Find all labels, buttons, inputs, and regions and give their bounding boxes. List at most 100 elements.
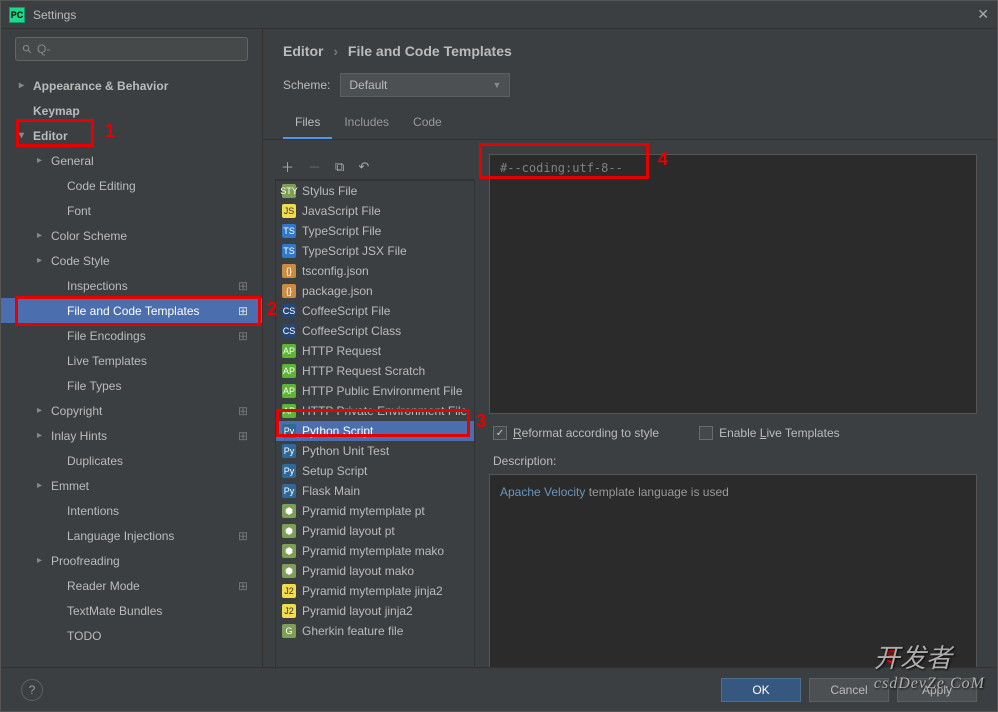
file-icon: AP <box>282 384 296 398</box>
template-row[interactable]: ⬢Pyramid mytemplate pt <box>276 501 474 521</box>
tree-item[interactable]: Intentions <box>1 498 262 523</box>
tab-includes[interactable]: Includes <box>332 107 401 139</box>
template-row[interactable]: CSCoffeeScript Class <box>276 321 474 341</box>
file-icon: STY <box>282 184 296 198</box>
template-list[interactable]: STYStylus FileJSJavaScript FileTSTypeScr… <box>275 180 475 669</box>
apply-button[interactable]: Apply <box>897 678 977 702</box>
window-title: Settings <box>33 8 76 22</box>
expand-icon: ▾ <box>19 130 33 141</box>
close-icon[interactable]: ✕ <box>977 6 989 23</box>
project-badge-icon: ⊞ <box>238 279 248 293</box>
ok-button[interactable]: OK <box>721 678 801 702</box>
live-templates-checkbox[interactable]: Enable Live Templates <box>699 426 840 440</box>
template-row[interactable]: PyPython Unit Test <box>276 441 474 461</box>
file-icon: CS <box>282 324 296 338</box>
tree-item[interactable]: Live Templates <box>1 348 262 373</box>
velocity-link[interactable]: Apache Velocity <box>500 485 585 499</box>
tree-item[interactable]: ▸Inlay Hints⊞ <box>1 423 262 448</box>
app-icon: PC <box>9 7 25 23</box>
tree-item[interactable]: File Types <box>1 373 262 398</box>
file-icon: J2 <box>282 604 296 618</box>
tree-item[interactable]: Duplicates <box>1 448 262 473</box>
template-row[interactable]: ⬢Pyramid layout mako <box>276 561 474 581</box>
template-row[interactable]: TSTypeScript JSX File <box>276 241 474 261</box>
tree-item[interactable]: ▸General <box>1 148 262 173</box>
template-row[interactable]: PySetup Script <box>276 461 474 481</box>
tab-files[interactable]: Files <box>283 107 332 139</box>
breadcrumb-parent[interactable]: Editor <box>283 43 323 59</box>
template-name: HTTP Request Scratch <box>302 364 425 378</box>
template-row[interactable]: APHTTP Public Environment File <box>276 381 474 401</box>
add-icon[interactable]: ＋ <box>281 157 294 176</box>
tree-item[interactable]: Keymap <box>1 98 262 123</box>
template-row[interactable]: ⬢Pyramid layout pt <box>276 521 474 541</box>
tree-item[interactable]: Reader Mode⊞ <box>1 573 262 598</box>
tree-label: Inspections <box>67 279 128 293</box>
template-list-panel: ＋ － ⧉ ↶ STYStylus FileJSJavaScript FileT… <box>275 154 475 669</box>
copy-icon[interactable]: ⧉ <box>335 159 344 175</box>
tree-item[interactable]: Font <box>1 198 262 223</box>
tab-code[interactable]: Code <box>401 107 454 139</box>
template-row[interactable]: {} tsconfig.json <box>276 261 474 281</box>
file-icon: {} <box>282 264 296 278</box>
file-icon: ⬢ <box>282 564 296 578</box>
file-icon: Py <box>282 464 296 478</box>
search-input[interactable]: Q- <box>15 37 248 61</box>
cancel-button[interactable]: Cancel <box>809 678 889 702</box>
tree-item[interactable]: ▸Code Style <box>1 248 262 273</box>
template-tabs: FilesIncludesCode <box>263 107 997 140</box>
tree-item[interactable]: ▾Editor <box>1 123 262 148</box>
template-row[interactable]: {}package.json <box>276 281 474 301</box>
tree-item[interactable]: TextMate Bundles <box>1 598 262 623</box>
scheme-combo[interactable]: Default ▼ <box>340 73 510 97</box>
titlebar: PC Settings ✕ <box>1 1 997 29</box>
remove-icon[interactable]: － <box>308 157 321 176</box>
tree-label: Font <box>67 204 91 218</box>
revert-icon[interactable]: ↶ <box>358 159 369 175</box>
tree-item[interactable]: Language Injections⊞ <box>1 523 262 548</box>
template-row[interactable]: APHTTP Request Scratch <box>276 361 474 381</box>
file-icon: AP <box>282 344 296 358</box>
reformat-checkbox[interactable]: Reformat according to style <box>493 426 659 440</box>
tree-item[interactable]: TODO <box>1 623 262 648</box>
live-templates-label: Enable Live Templates <box>719 426 840 440</box>
template-name: Python Script <box>302 424 373 438</box>
tree-item[interactable]: ▸Proofreading <box>1 548 262 573</box>
tree-item[interactable]: ▸Appearance & Behavior <box>1 73 262 98</box>
tree-item[interactable]: File and Code Templates⊞ <box>1 298 262 323</box>
template-row[interactable]: ⬢Pyramid mytemplate mako <box>276 541 474 561</box>
tree-item[interactable]: ▸Emmet <box>1 473 262 498</box>
tree-item[interactable]: ▸Copyright⊞ <box>1 398 262 423</box>
project-badge-icon: ⊞ <box>238 429 248 443</box>
template-name: Stylus File <box>302 184 357 198</box>
template-name: tsconfig.json <box>302 264 369 278</box>
template-name: Flask Main <box>302 484 360 498</box>
tree-label: Duplicates <box>67 454 123 468</box>
template-editor[interactable]: #--coding:utf-8-- <box>489 154 977 414</box>
template-row[interactable]: J2Pyramid layout jinja2 <box>276 601 474 621</box>
dialog-buttons: ? OK Cancel Apply <box>1 667 997 711</box>
editor-content: #--coding:utf-8-- <box>500 161 623 175</box>
expand-icon: ▸ <box>37 405 51 416</box>
tree-item[interactable]: ▸Color Scheme <box>1 223 262 248</box>
tree-label: Language Injections <box>67 529 174 543</box>
template-row[interactable]: PyPython Script <box>276 421 474 441</box>
help-button[interactable]: ? <box>21 679 43 701</box>
template-row[interactable]: GGherkin feature file <box>276 621 474 641</box>
template-row[interactable]: PyFlask Main <box>276 481 474 501</box>
reformat-label: Reformat according to style <box>513 426 659 440</box>
main-panel: Editor › File and Code Templates Scheme:… <box>263 29 997 669</box>
tree-label: File Types <box>67 379 121 393</box>
template-row[interactable]: APHTTP Request <box>276 341 474 361</box>
tree-item[interactable]: Code Editing <box>1 173 262 198</box>
checkbox-icon <box>699 426 713 440</box>
template-row[interactable]: STY Stylus File <box>276 181 474 201</box>
settings-sidebar: Q- ▸Appearance & BehaviorKeymap▾Editor▸G… <box>1 29 263 669</box>
template-row[interactable]: CSCoffeeScript File <box>276 301 474 321</box>
template-row[interactable]: APHTTP Private Environment File <box>276 401 474 421</box>
template-row[interactable]: J2Pyramid mytemplate jinja2 <box>276 581 474 601</box>
tree-item[interactable]: File Encodings⊞ <box>1 323 262 348</box>
tree-item[interactable]: Inspections ⊞ <box>1 273 262 298</box>
template-row[interactable]: JSJavaScript File <box>276 201 474 221</box>
template-row[interactable]: TSTypeScript File <box>276 221 474 241</box>
